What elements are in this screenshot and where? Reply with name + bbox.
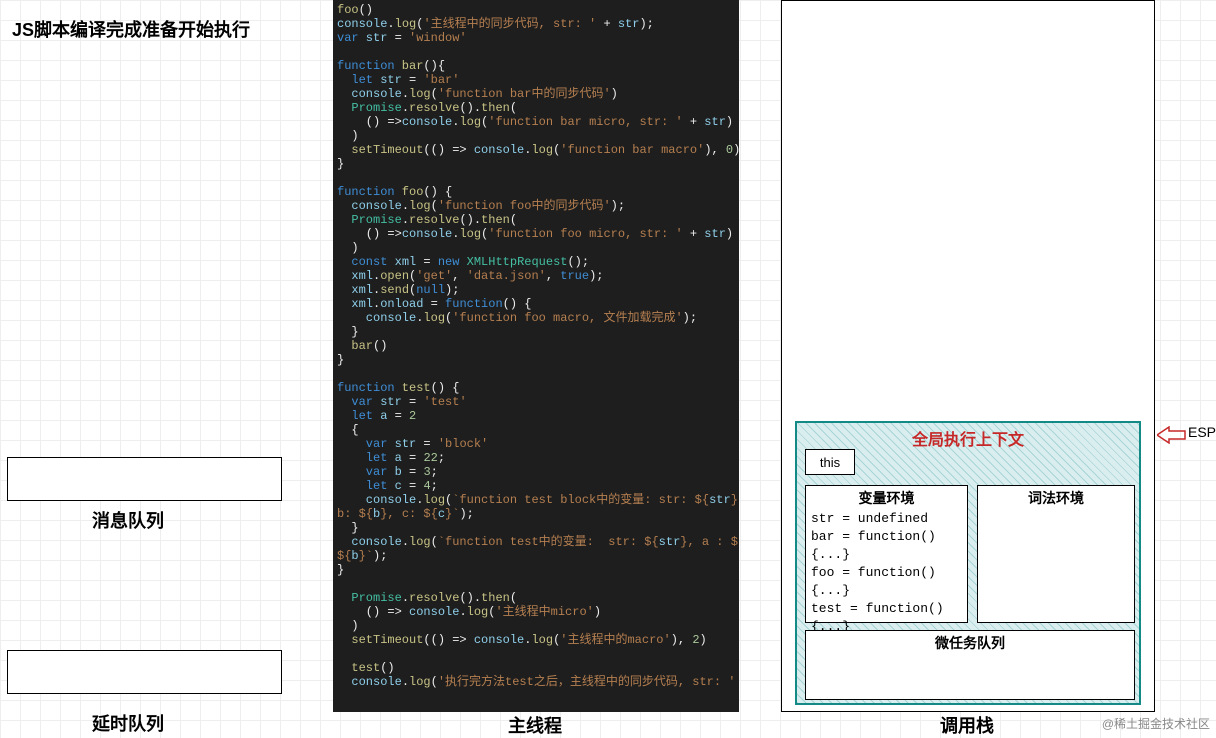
variable-environment: 变量环境 str = undefined bar = function(){..… <box>805 485 968 623</box>
esp-label: ESP <box>1188 424 1216 440</box>
micro-title: 微任务队列 <box>806 631 1134 655</box>
page-title: JS脚本编译完成准备开始执行 <box>12 16 250 42</box>
main-thread-label: 主线程 <box>508 712 562 738</box>
var-env-line: bar = function(){...} <box>806 528 967 564</box>
code-editor: foo() console.log('主线程中的同步代码, str: ' + s… <box>333 0 739 712</box>
delay-queue-box <box>7 650 282 694</box>
var-env-line: foo = function(){...} <box>806 564 967 600</box>
var-env-title: 变量环境 <box>806 486 967 510</box>
delay-queue-label: 延时队列 <box>92 710 164 736</box>
message-queue-box <box>7 457 282 501</box>
context-title: 全局执行上下文 <box>797 423 1139 450</box>
microtask-queue: 微任务队列 <box>805 630 1135 700</box>
message-queue-label: 消息队列 <box>92 507 164 533</box>
call-stack-label: 调用栈 <box>940 712 994 738</box>
esp-arrow-icon <box>1157 426 1187 444</box>
lex-env-title: 词法环境 <box>978 486 1134 510</box>
global-context-box: 全局执行上下文 this 变量环境 str = undefined bar = … <box>795 421 1141 705</box>
watermark: @稀土掘金技术社区 <box>1102 715 1210 732</box>
var-env-line: str = undefined <box>806 510 967 528</box>
this-box: this <box>805 449 855 475</box>
lexical-environment: 词法环境 <box>977 485 1135 623</box>
